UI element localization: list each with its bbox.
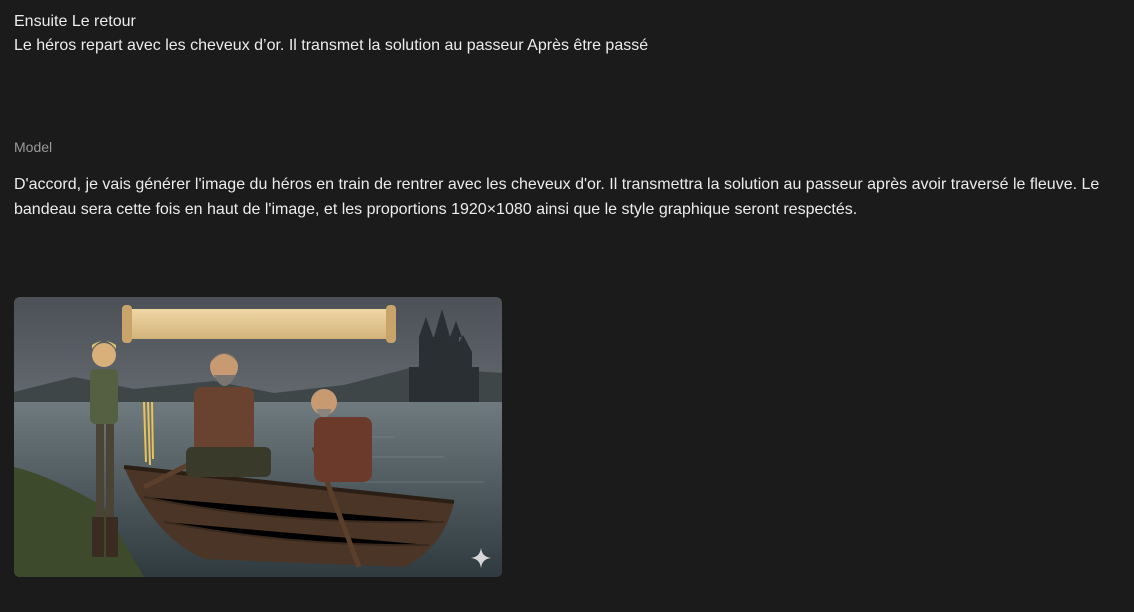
user-message-line: Le héros repart avec les cheveux d’or. I… — [14, 37, 649, 54]
model-response-text: D'accord, je vais générer l'image du hér… — [14, 176, 1100, 218]
sparkle-icon[interactable] — [470, 547, 492, 569]
user-message-line: Ensuite Le retour — [14, 13, 136, 30]
generated-image-illustration — [14, 297, 502, 577]
chat-thread: Ensuite Le retour Le héros repart avec l… — [0, 0, 1134, 612]
user-message: Ensuite Le retour Le héros repart avec l… — [14, 10, 1114, 58]
generated-image[interactable] — [14, 297, 502, 577]
model-label: Model — [14, 139, 53, 155]
